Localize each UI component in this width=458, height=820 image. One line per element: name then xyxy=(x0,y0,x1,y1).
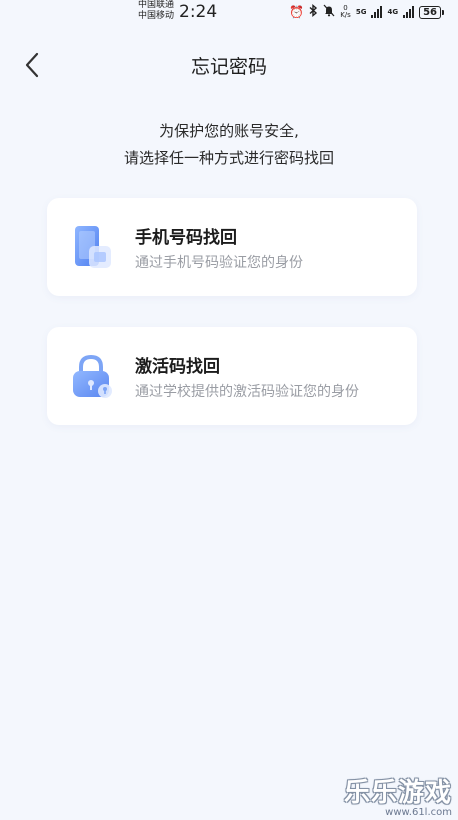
page-title: 忘记密码 xyxy=(190,56,267,78)
activation-code-recovery-option[interactable]: 激活码找回 通过学校提供的激活码验证您的身份 xyxy=(47,327,417,425)
speed-unit: K/s xyxy=(340,11,351,19)
lock-icon xyxy=(69,349,117,403)
carrier-2: 中国移动 xyxy=(138,11,175,21)
battery-icon: 56 xyxy=(419,5,444,19)
carrier-labels: 中国联通 中国移动 xyxy=(138,0,174,22)
network-type-2: 4G xyxy=(387,8,399,16)
intro-text: 为保护您的账号安全, 请选择任一种方式进行密码找回 xyxy=(0,118,458,172)
mute-icon xyxy=(323,4,335,20)
option-title: 手机号码找回 xyxy=(135,228,237,248)
option-title: 激活码找回 xyxy=(135,357,220,377)
bluetooth-icon xyxy=(309,4,318,20)
signal-icon-2 xyxy=(403,6,415,18)
status-time: 2:24 xyxy=(179,2,218,22)
phone-icon xyxy=(69,220,117,274)
network-type-1: 5G xyxy=(355,8,367,16)
watermark: 乐乐游戏 www.61l.com xyxy=(344,772,452,818)
intro-line-1: 为保护您的账号安全, xyxy=(159,122,299,140)
forgot-password-screen: 中国联通 中国移动 2:24 ⏰ 0 K/s 5G 4G 56 忘记密码 为保护… xyxy=(0,0,458,820)
intro-line-2: 请选择任一种方式进行密码找回 xyxy=(123,149,334,167)
battery-level: 56 xyxy=(419,5,441,19)
alarm-icon: ⏰ xyxy=(289,5,305,19)
status-icons: ⏰ 0 K/s 5G 4G 56 xyxy=(289,4,444,20)
network-speed: 0 K/s xyxy=(340,5,351,19)
phone-recovery-option[interactable]: 手机号码找回 通过手机号码验证您的身份 xyxy=(47,198,417,296)
status-bar: 中国联通 中国移动 2:24 ⏰ 0 K/s 5G 4G 56 xyxy=(0,0,458,26)
watermark-logo: 乐乐游戏 xyxy=(343,778,452,808)
option-description: 通过学校提供的激活码验证您的身份 xyxy=(135,384,359,400)
signal-icon-1 xyxy=(371,6,383,18)
option-description: 通过手机号码验证您的身份 xyxy=(135,255,303,271)
carrier-1: 中国联通 xyxy=(138,0,175,10)
